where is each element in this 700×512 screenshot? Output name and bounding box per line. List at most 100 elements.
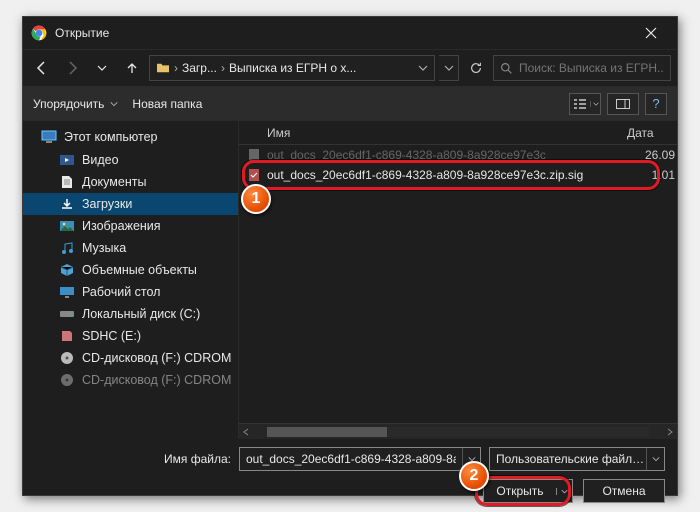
titlebar: Открытие xyxy=(23,17,677,49)
window-title: Открытие xyxy=(55,26,633,40)
file-list-pane: Имя Дата out_docs_20ec6df1-c869-4328-a80… xyxy=(239,121,677,439)
image-icon xyxy=(59,219,75,233)
help-button[interactable]: ? xyxy=(645,93,667,115)
cube-icon xyxy=(59,263,75,277)
preview-pane-button[interactable] xyxy=(607,93,639,115)
file-row[interactable]: out_docs_20ec6df1-c869-4328-a809-8a928ce… xyxy=(239,145,677,165)
sidebar-this-pc[interactable]: Этот компьютер xyxy=(23,125,238,149)
breadcrumb-2[interactable]: Выписка из ЕГРН о х... xyxy=(229,61,356,75)
chevron-down-icon xyxy=(444,63,454,73)
toolbar: Упорядочить Новая папка ? xyxy=(23,87,677,121)
sidebar-item-label: Рабочий стол xyxy=(82,285,160,299)
path-history-dropdown[interactable] xyxy=(439,55,459,81)
open-file-dialog: Открытие › Загр... › Выписка из ЕГРН о х… xyxy=(22,16,678,496)
scroll-right-icon[interactable] xyxy=(663,425,677,439)
scroll-left-icon[interactable] xyxy=(239,425,253,439)
column-name[interactable]: Имя xyxy=(239,126,627,140)
cancel-button[interactable]: Отмена xyxy=(583,479,665,503)
file-icon xyxy=(247,148,261,162)
filename-input[interactable] xyxy=(240,452,462,466)
computer-icon xyxy=(41,130,57,144)
file-date: 1.01 xyxy=(633,168,677,182)
sidebar-item-sdhc[interactable]: SDHC (E:) xyxy=(23,325,238,347)
open-button[interactable]: Открыть xyxy=(483,479,573,503)
arrow-right-icon xyxy=(64,60,80,76)
chevron-down-icon xyxy=(97,63,107,73)
chevron-right-icon: › xyxy=(221,61,225,75)
music-icon xyxy=(59,241,75,255)
cd-icon xyxy=(59,351,75,365)
chevron-down-icon xyxy=(593,101,599,107)
sidebar-item-label: Объемные объекты xyxy=(82,263,197,277)
sidebar-item-label: SDHC (E:) xyxy=(82,329,141,343)
arrow-left-icon xyxy=(34,60,50,76)
sidebar-item-cdrom-2[interactable]: CD-дисковод (F:) CDROM xyxy=(23,369,238,391)
sd-icon xyxy=(59,329,75,343)
disk-icon xyxy=(59,307,75,321)
file-name: out_docs_20ec6df1-c869-4328-a809-8a928ce… xyxy=(267,148,627,162)
sidebar-item-cdrom[interactable]: CD-дисковод (F:) CDROM xyxy=(23,347,238,369)
sidebar-item-downloads[interactable]: Загрузки xyxy=(23,193,238,215)
refresh-button[interactable] xyxy=(463,55,489,81)
chevron-down-icon xyxy=(418,63,428,73)
folder-icon xyxy=(156,62,170,74)
search-input[interactable] xyxy=(519,61,664,75)
chevron-down-icon xyxy=(652,455,660,463)
scrollbar-thumb[interactable] xyxy=(267,427,387,437)
close-button[interactable] xyxy=(633,19,669,47)
search-box[interactable] xyxy=(493,55,671,81)
view-mode-button[interactable] xyxy=(569,93,601,115)
filename-combo[interactable] xyxy=(239,447,481,471)
sidebar-item-label: Музыка xyxy=(82,241,126,255)
sidebar-item-3d-objects[interactable]: Объемные объекты xyxy=(23,259,238,281)
sidebar-item-desktop[interactable]: Рабочий стол xyxy=(23,281,238,303)
new-folder-button[interactable]: Новая папка xyxy=(132,97,202,111)
chevron-right-icon: › xyxy=(174,61,178,75)
sidebar-item-music[interactable]: Музыка xyxy=(23,237,238,259)
organize-label: Упорядочить xyxy=(33,97,104,111)
document-icon xyxy=(59,175,75,189)
sidebar-item-documents[interactable]: Документы xyxy=(23,171,238,193)
body: Этот компьютер Видео Документы Загрузки … xyxy=(23,121,677,439)
sidebar-item-label: CD-дисковод (F:) CDROM xyxy=(82,351,231,365)
breadcrumb-1[interactable]: Загр... xyxy=(182,61,217,75)
chevron-down-icon xyxy=(561,488,568,495)
desktop-icon xyxy=(59,285,75,299)
up-button[interactable] xyxy=(119,55,145,81)
video-icon xyxy=(59,153,75,167)
arrow-up-icon xyxy=(125,61,139,75)
recent-dropdown[interactable] xyxy=(89,55,115,81)
sidebar-item-label: Загрузки xyxy=(82,197,132,211)
refresh-icon xyxy=(469,61,483,75)
callout-badge-1: 1 xyxy=(241,184,271,214)
callout-badge-2: 2 xyxy=(459,461,489,491)
filetype-filter[interactable]: Пользовательские файлы (*.s xyxy=(489,447,665,471)
sidebar-item-label: Документы xyxy=(82,175,146,189)
filter-dropdown[interactable] xyxy=(646,448,664,470)
chevron-down-icon xyxy=(110,100,118,108)
file-name: out_docs_20ec6df1-c869-4328-a809-8a928ce… xyxy=(267,168,627,182)
sidebar-item-label: CD-дисковод (F:) CDROM xyxy=(82,373,231,387)
open-button-dropdown[interactable] xyxy=(556,488,572,495)
forward-button xyxy=(59,55,85,81)
open-button-label: Открыть xyxy=(484,484,556,498)
path-box[interactable]: › Загр... › Выписка из ЕГРН о х... xyxy=(149,55,435,81)
download-icon xyxy=(59,197,75,211)
sidebar-item-videos[interactable]: Видео xyxy=(23,149,238,171)
nav-row: › Загр... › Выписка из ЕГРН о х... xyxy=(23,49,677,87)
sidebar: Этот компьютер Видео Документы Загрузки … xyxy=(23,121,239,439)
list-icon xyxy=(573,99,587,109)
column-date[interactable]: Дата xyxy=(627,126,677,140)
horizontal-scrollbar[interactable] xyxy=(239,423,677,439)
file-row-selected[interactable]: out_docs_20ec6df1-c869-4328-a809-8a928ce… xyxy=(239,165,677,185)
sidebar-item-pictures[interactable]: Изображения xyxy=(23,215,238,237)
file-rows: out_docs_20ec6df1-c869-4328-a809-8a928ce… xyxy=(239,145,677,423)
sidebar-item-disk-c[interactable]: Локальный диск (C:) xyxy=(23,303,238,325)
back-button[interactable] xyxy=(29,55,55,81)
filename-label: Имя файла: xyxy=(35,452,231,466)
chrome-icon xyxy=(31,25,47,41)
sidebar-item-label: Изображения xyxy=(82,219,161,233)
column-header[interactable]: Имя Дата xyxy=(239,121,677,145)
organize-menu[interactable]: Упорядочить xyxy=(33,97,118,111)
footer: Имя файла: Пользовательские файлы (*.s О… xyxy=(23,439,677,497)
